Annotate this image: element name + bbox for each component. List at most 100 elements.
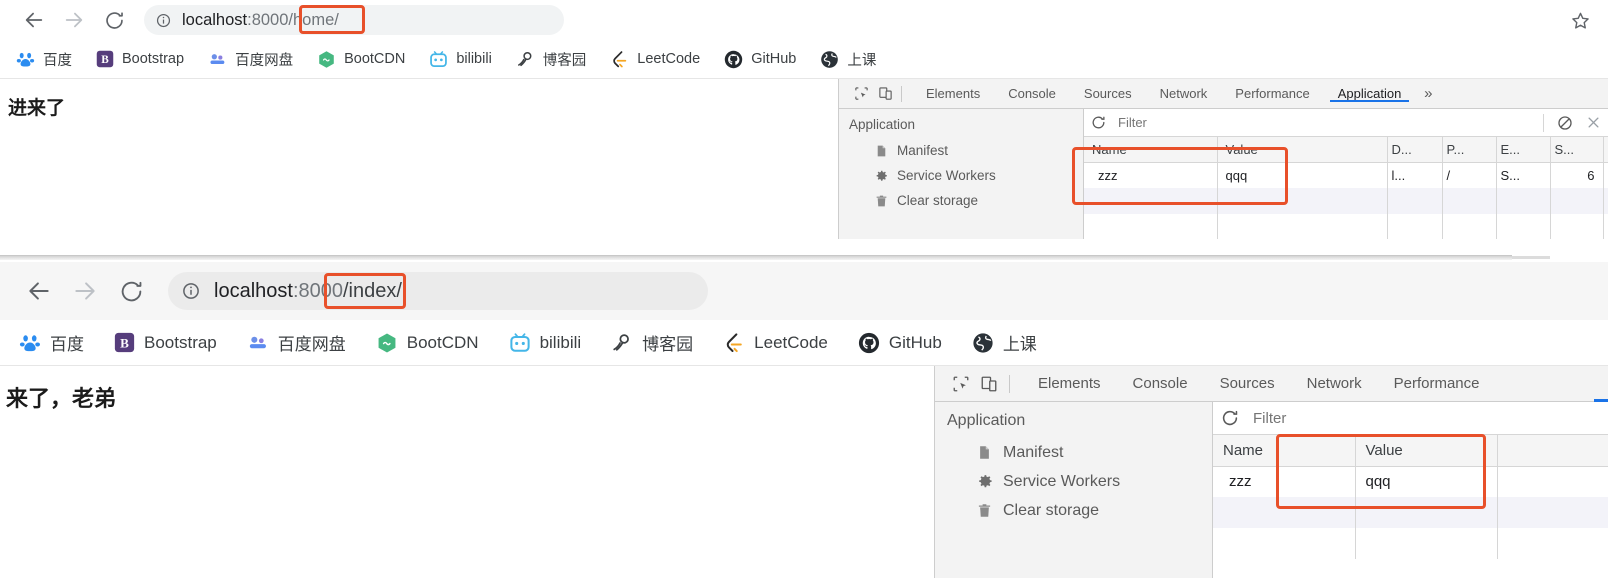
column-header-name[interactable]: Name <box>1084 137 1218 163</box>
reload-icon[interactable] <box>94 0 134 40</box>
svg-text:B: B <box>101 54 109 66</box>
sidebar-item-manifest[interactable]: Manifest <box>849 138 1083 163</box>
sidebar-item-clear-storage[interactable]: Clear storage <box>849 188 1083 213</box>
leetcode-icon <box>723 332 745 354</box>
baidu-pan-icon <box>247 332 269 354</box>
devtools-main-bottom: Name Value zzz qqq <box>1213 402 1608 578</box>
cell-name: zzz <box>1084 162 1218 188</box>
sidebar-item-clear-storage[interactable]: Clear storage <box>947 496 1212 525</box>
info-circle-icon[interactable] <box>152 9 174 31</box>
column-header-extra[interactable] <box>1497 435 1608 467</box>
tab-network[interactable]: Network <box>1291 375 1378 392</box>
address-bar[interactable]: localhost :8000 /home/ <box>144 5 564 35</box>
devtools-tabbar-bottom: Elements Console Sources Network Perform… <box>935 366 1608 402</box>
table-row[interactable]: zzz qqq <box>1213 466 1608 497</box>
bookmark-baidu[interactable]: 百度 <box>16 330 99 355</box>
trash-icon <box>975 501 994 520</box>
browser-toolbar-bottom: localhost :8000 /index/ <box>0 262 1608 320</box>
devtools-tool-icons <box>935 370 1022 398</box>
chevron-double-right-icon[interactable]: » <box>1415 79 1441 109</box>
bookmark-github[interactable]: GitHub <box>843 332 957 354</box>
table-row[interactable] <box>1084 214 1608 239</box>
github-icon <box>858 332 880 354</box>
bookmark-leetcode[interactable]: LeetCode <box>598 50 712 69</box>
arrow-left-icon[interactable] <box>14 0 54 40</box>
filter-input[interactable] <box>1112 115 1535 130</box>
column-header-value[interactable]: Value <box>1355 435 1498 467</box>
sidebar-item-label: Clear storage <box>897 193 979 208</box>
bilibili-icon <box>509 332 531 354</box>
bookmark-star-icon[interactable] <box>1566 6 1594 34</box>
bookmark-cnblogs[interactable]: 博客园 <box>504 49 599 70</box>
tab-console[interactable]: Console <box>994 86 1070 101</box>
tab-elements[interactable]: Elements <box>912 86 994 101</box>
table-row[interactable] <box>1213 497 1608 528</box>
bookmark-baidu-pan[interactable]: 百度网盘 <box>196 49 305 70</box>
arrow-right-icon[interactable] <box>54 0 94 40</box>
block-cookies-icon[interactable] <box>1552 109 1578 137</box>
tab-performance[interactable]: Performance <box>1378 375 1496 392</box>
sidebar-item-service-workers[interactable]: Service Workers <box>849 163 1083 188</box>
tab-application[interactable]: Application <box>1324 86 1416 102</box>
refresh-icon[interactable] <box>1084 109 1112 137</box>
sidebar-item-label: Clear storage <box>1003 501 1100 519</box>
bootcdn-icon <box>317 50 336 69</box>
table-row[interactable]: zzz qqq l... / S... 6 <box>1084 162 1608 188</box>
bookmark-bilibili[interactable]: bilibili <box>417 50 503 69</box>
column-header-value[interactable]: Value <box>1217 137 1388 163</box>
filter-input[interactable] <box>1247 409 1608 427</box>
bookmark-bilibili[interactable]: bilibili <box>494 332 597 354</box>
refresh-icon[interactable] <box>1213 402 1247 435</box>
cell-name: zzz <box>1213 466 1356 497</box>
bookmark-shangke[interactable]: 上课 <box>957 330 1052 355</box>
tab-elements[interactable]: Elements <box>1022 375 1117 392</box>
manifest-document-icon <box>873 143 889 159</box>
url-host: localhost <box>182 10 248 29</box>
device-toolbar-icon[interactable] <box>873 82 897 106</box>
sidebar-item-manifest[interactable]: Manifest <box>947 438 1212 467</box>
table-row[interactable] <box>1084 188 1608 214</box>
bookmark-bootcdn[interactable]: BootCDN <box>305 50 417 69</box>
devtools-panel-top: Elements Console Sources Network Perform… <box>838 79 1608 239</box>
reload-icon[interactable] <box>108 268 154 314</box>
column-header-httponly[interactable]: H <box>1603 137 1608 163</box>
inspect-element-icon[interactable] <box>849 82 873 106</box>
bookmark-baidu[interactable]: 百度 <box>14 49 84 70</box>
column-header-path[interactable]: P... <box>1442 137 1497 163</box>
column-header-expires[interactable]: E... <box>1496 137 1551 163</box>
address-bar[interactable]: localhost :8000 /index/ <box>168 272 708 310</box>
column-header-domain[interactable]: D... <box>1387 137 1443 163</box>
bookmark-bootstrap[interactable]: B Bootstrap <box>99 332 232 353</box>
column-header-size[interactable]: S... <box>1550 137 1604 163</box>
arrow-left-icon[interactable] <box>16 268 62 314</box>
arrow-right-icon[interactable] <box>62 268 108 314</box>
inspect-element-icon[interactable] <box>947 370 975 398</box>
device-toolbar-icon[interactable] <box>975 370 1003 398</box>
sidebar-section-title: Application <box>849 117 916 132</box>
table-row[interactable] <box>1213 528 1608 559</box>
bookmark-leetcode[interactable]: LeetCode <box>708 332 843 354</box>
tab-console[interactable]: Console <box>1117 375 1204 392</box>
tab-network[interactable]: Network <box>1146 86 1222 101</box>
bookmark-label: LeetCode <box>754 332 828 352</box>
bookmark-bootcdn[interactable]: BootCDN <box>361 332 494 354</box>
globe-icon <box>820 50 839 69</box>
tab-sources[interactable]: Sources <box>1204 375 1291 392</box>
tab-sources[interactable]: Sources <box>1070 86 1146 101</box>
bookmark-label: 百度 <box>50 335 84 354</box>
cell-value: qqq <box>1217 162 1388 188</box>
github-icon <box>724 50 743 69</box>
clear-icon[interactable] <box>1578 109 1608 137</box>
column-header-name[interactable]: Name <box>1213 435 1356 467</box>
tab-performance[interactable]: Performance <box>1221 86 1323 101</box>
bookmark-baidu-pan[interactable]: 百度网盘 <box>232 330 361 355</box>
bookmark-bootstrap[interactable]: B Bootstrap <box>84 50 196 68</box>
info-circle-icon[interactable] <box>178 278 204 304</box>
bookmark-shangke[interactable]: 上课 <box>808 49 888 70</box>
bootstrap-icon: B <box>96 50 114 68</box>
bookmark-cnblogs[interactable]: 博客园 <box>596 330 708 355</box>
devtools-tabs-bottom: Elements Console Sources Network Perform… <box>1022 375 1496 392</box>
address-bar-url: localhost :8000 /index/ <box>214 280 402 303</box>
sidebar-item-service-workers[interactable]: Service Workers <box>947 467 1212 496</box>
bookmark-github[interactable]: GitHub <box>712 50 808 69</box>
